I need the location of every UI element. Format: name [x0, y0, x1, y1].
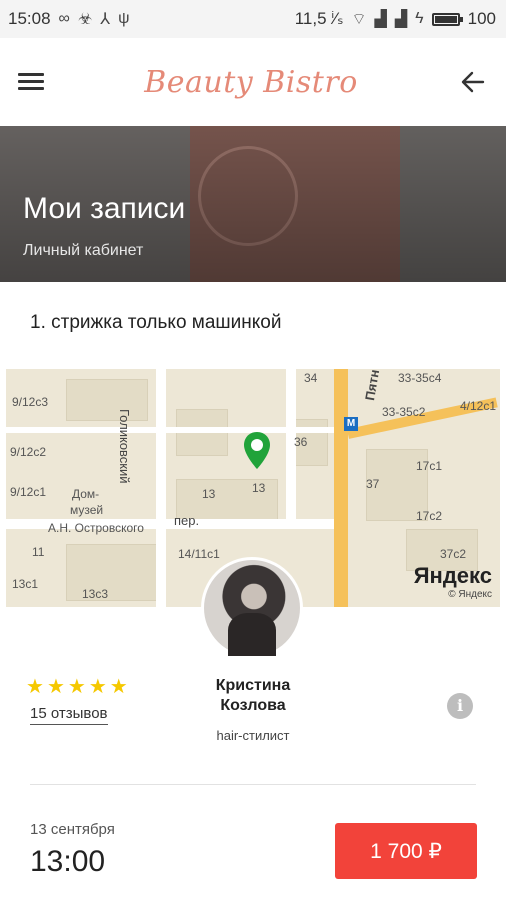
map-label: 9/12с2 [10, 445, 47, 459]
map-label: 17с2 [416, 509, 443, 523]
star-icon: ★ [109, 676, 128, 698]
page-subtitle: Личный кабинет [23, 242, 144, 259]
map-label: 4/12с1 [460, 399, 497, 413]
map-label: музей [70, 503, 104, 517]
battery-icon [431, 12, 463, 26]
signal-icon: ▟ [374, 11, 387, 28]
wifi-icon: ⌔ [351, 11, 367, 28]
price-button[interactable]: 1 700 ₽ [335, 823, 477, 879]
star-icon: ★ [88, 676, 107, 698]
metro-icon: М [344, 417, 358, 431]
brand-logo: Beauty Bistro [144, 64, 358, 100]
page-title: Мои записи [23, 192, 186, 225]
map-label: 13 [202, 487, 216, 501]
arrow-back-icon[interactable] [458, 67, 488, 97]
map-pin-icon [244, 432, 270, 469]
map-label: 36 [294, 435, 308, 449]
map-label: 33-35с2 [382, 405, 426, 419]
map-street-label: Голиковский [117, 409, 132, 484]
map-label: 37с2 [440, 547, 467, 561]
network-icon: ⅄ [100, 11, 111, 28]
service-title: 1. стрижка только машинкой [30, 312, 282, 333]
map-road [156, 369, 166, 607]
map-label: 14/11с1 [178, 547, 220, 561]
signal-2-icon: ▟ [394, 11, 408, 28]
status-bar: 15:08 ∞ ☣ ⅄ ψ 11,5 ⁱ⁄ₛ ⌔ ▟ ▟ ϟ 100 [0, 0, 506, 38]
header-banner: Мои записи Личный кабинет [0, 126, 506, 282]
battery-level: 100 [467, 9, 496, 28]
map-label: 17с1 [416, 459, 443, 473]
map-label: А.Н. Островского [48, 521, 144, 535]
map-street-main-label: Пятн [362, 369, 383, 402]
map-label: 11 [32, 545, 45, 559]
map-block [66, 379, 148, 421]
master-role: hair-стилист [216, 728, 290, 743]
charging-icon: ϟ [415, 10, 424, 27]
map-label: Дом- [72, 487, 100, 501]
status-time: 15:08 [8, 9, 51, 28]
booking-card: 1. стрижка только машинкой М 34 33-35с4 … [0, 282, 506, 900]
biohazard-icon: ☣ [77, 11, 93, 28]
yandex-logo-text: Яндекс [413, 563, 492, 588]
booking-date: 13 сентября [30, 821, 115, 838]
booking-time: 13:00 [30, 845, 106, 878]
usb-icon: ψ [118, 10, 130, 27]
map-road [6, 427, 336, 433]
status-left: 15:08 ∞ ☣ ⅄ ψ [8, 9, 129, 29]
info-icon[interactable]: i [447, 693, 473, 719]
map-label: 13с1 [12, 577, 39, 591]
map-street-label: пер. [174, 513, 200, 528]
rating-stars: ★ ★ ★ ★ ★ [26, 674, 128, 699]
map-label: 13 [252, 481, 266, 495]
map-road-main [334, 369, 348, 607]
map-block [66, 544, 158, 601]
star-icon: ★ [26, 676, 44, 698]
map-copyright: © Яндекс [448, 589, 492, 600]
map-label: 37 [366, 477, 380, 491]
data-speed: 11,5 ⁱ⁄ₛ [294, 9, 344, 28]
reviews-link[interactable]: 15 отзывов [30, 705, 108, 725]
star-icon: ★ [46, 676, 65, 698]
map-label: 34 [304, 371, 318, 385]
map-label: 9/12с1 [10, 485, 47, 499]
hamburger-menu-icon[interactable] [18, 73, 44, 91]
map-label: 33-35с4 [398, 371, 442, 385]
map-label: 9/12с3 [12, 395, 49, 409]
master-avatar[interactable] [201, 557, 303, 659]
infinity-icon: ∞ [58, 10, 70, 27]
master-name: Кристина Козлова [215, 677, 291, 714]
star-icon: ★ [67, 676, 86, 698]
map-label: 13с3 [82, 587, 109, 601]
yandex-logo: Яндекс [414, 563, 492, 589]
app-bar: Beauty Bistro [0, 38, 506, 126]
status-right: 11,5 ⁱ⁄ₛ ⌔ ▟ ▟ ϟ 100 [295, 9, 496, 29]
divider [30, 784, 476, 785]
